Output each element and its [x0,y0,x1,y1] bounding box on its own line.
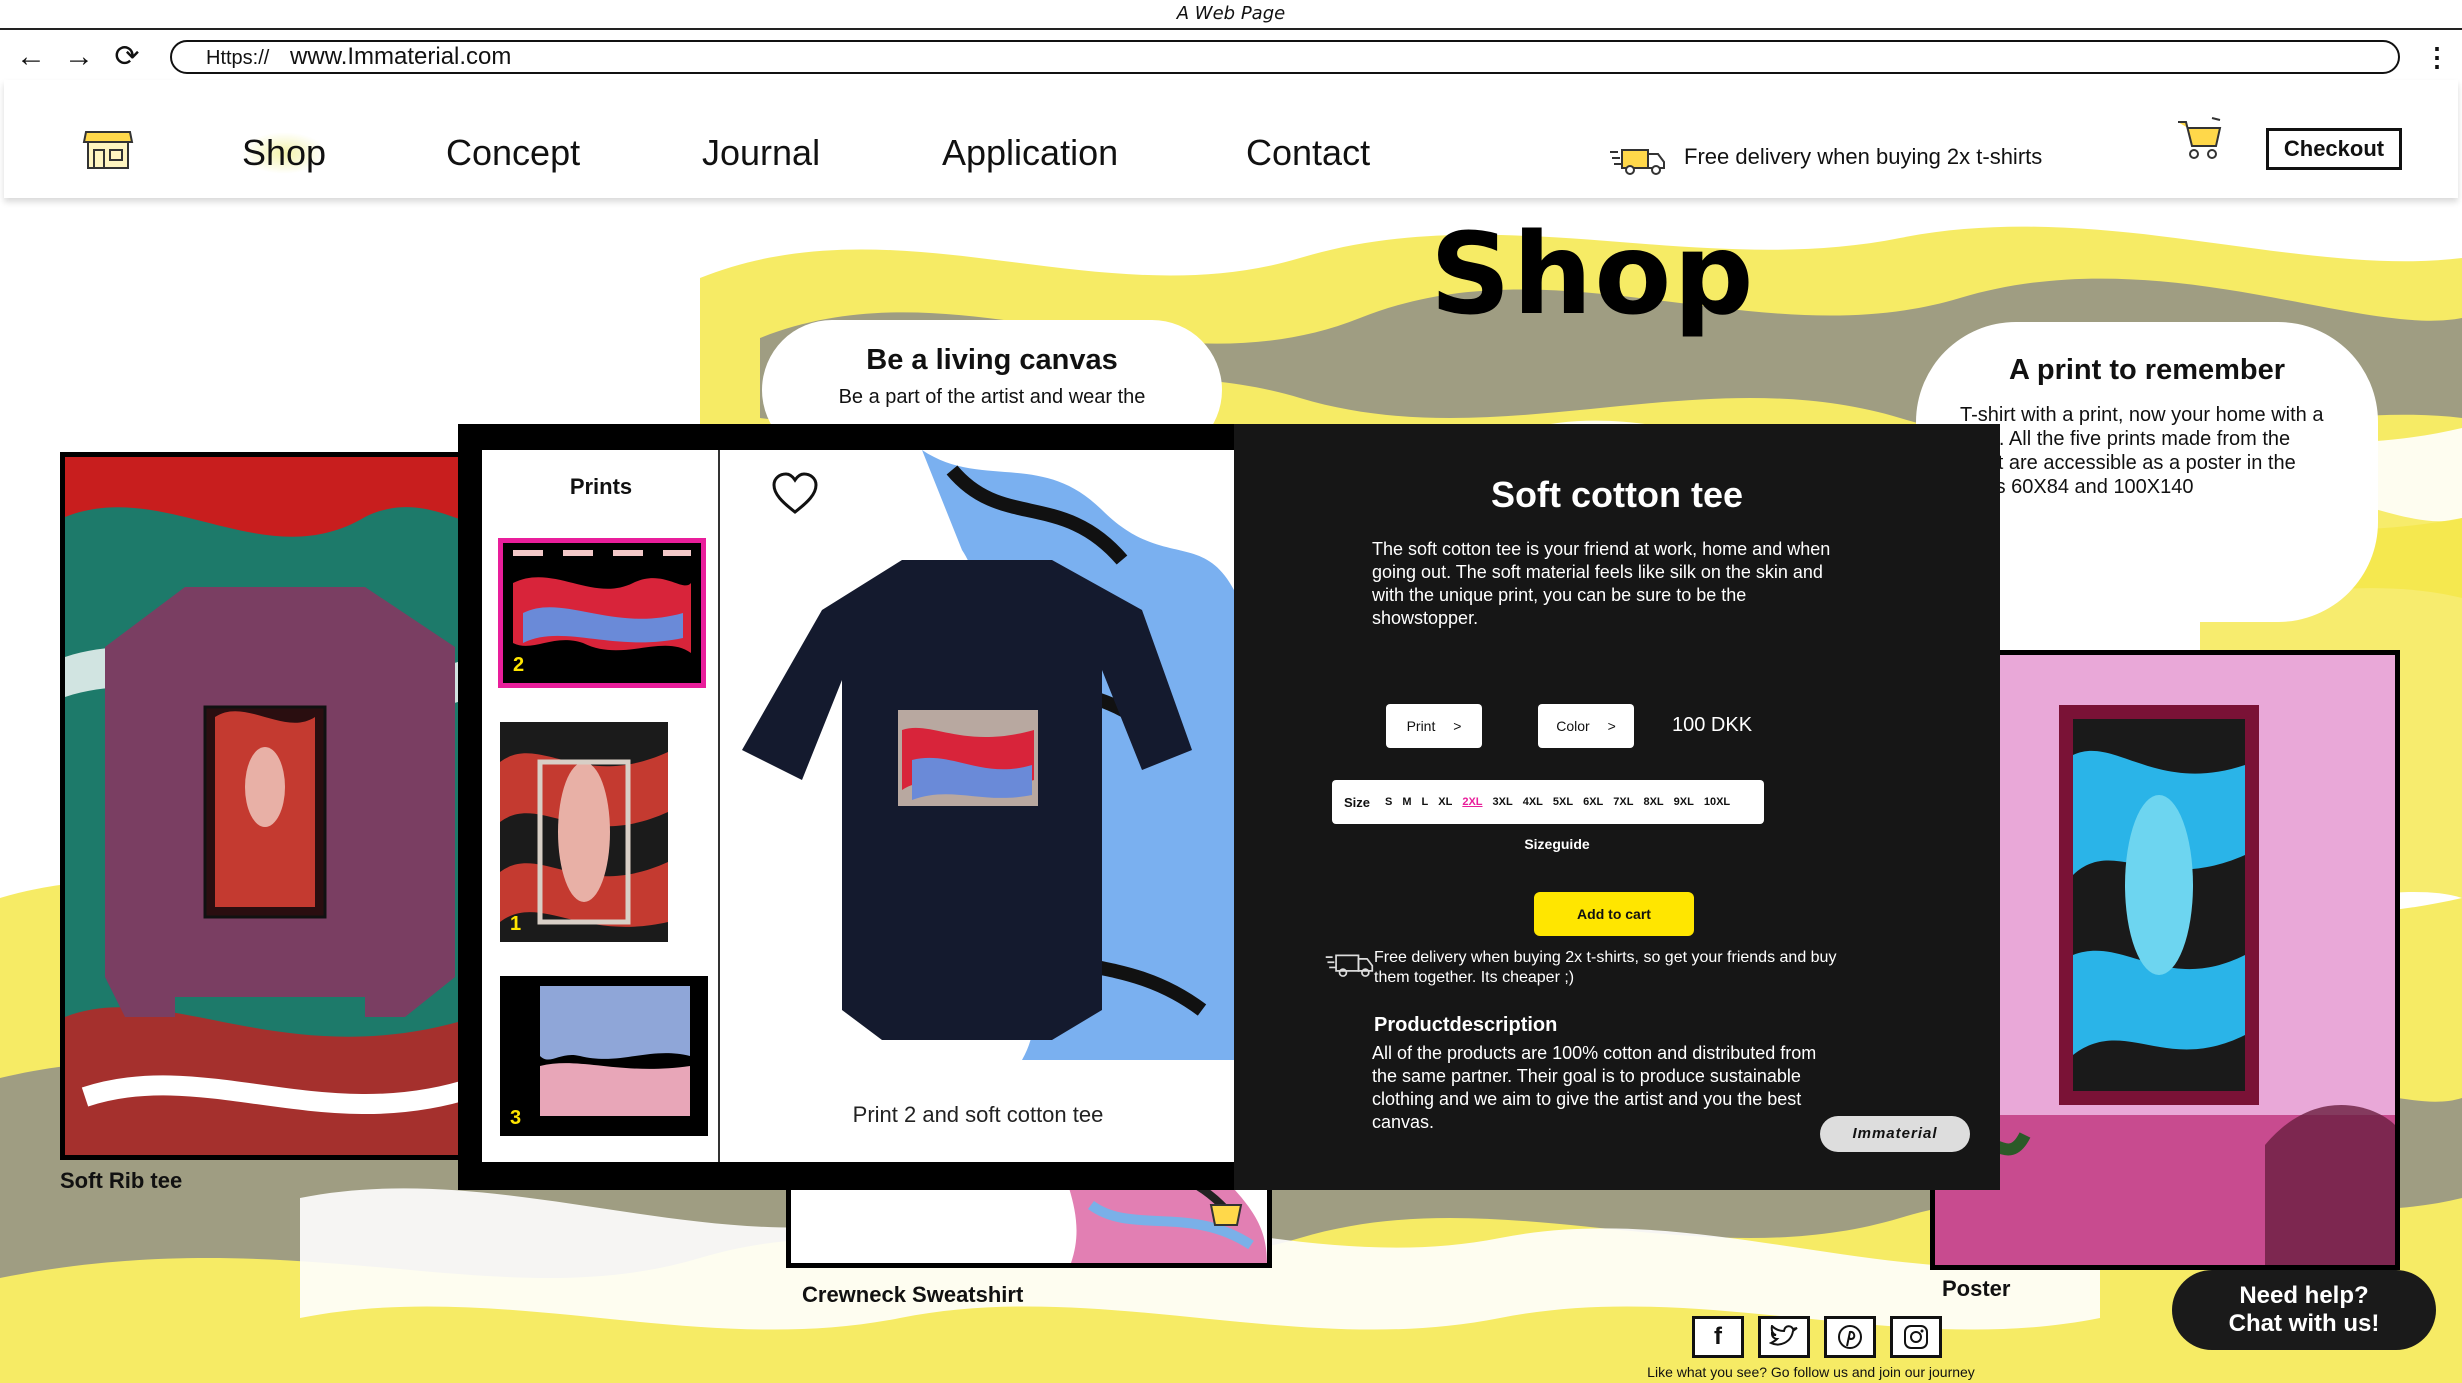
heart-icon[interactable] [772,472,818,518]
url-text: www.Immaterial.com [290,43,512,70]
chat-button-label: Need help? Chat with us! [2228,1282,2380,1337]
soft-rib-tee-label[interactable]: Soft Rib tee [60,1168,182,1194]
shipping-note: Free delivery when buying 2x t-shirts, s… [1374,949,1837,986]
add-to-cart-button[interactable]: Add to cart [1534,892,1694,936]
nav-journal[interactable]: Journal [702,132,820,174]
print-thumb-2[interactable]: 2 [498,538,706,688]
cart-icon[interactable] [2176,116,2224,162]
chevron-right-icon: > [1453,718,1462,734]
chat-button[interactable]: Need help? Chat with us! [2172,1270,2436,1350]
poster-label[interactable]: Poster [1942,1276,2010,1302]
print-remember-title: A print to remember [2008,354,2286,386]
poster-card[interactable] [1930,650,2400,1270]
size-option-6xl[interactable]: 6XL [1583,796,1603,808]
size-option-9xl[interactable]: 9XL [1674,796,1694,808]
site-nav: Shop Concept Journal Application Contact… [4,80,2458,198]
product-main-image[interactable] [722,450,1234,1060]
print-thumb-1[interactable]: 1 [500,722,668,942]
address-bar[interactable]: Https:// www.Immaterial.com [170,40,2400,74]
print-2-image [503,543,701,683]
store-icon[interactable] [82,128,134,172]
delivery-truck-icon [1610,149,1665,175]
living-canvas-text: Be a part of the artist and wear the [838,386,1146,408]
product-description-heading: Productdescription [1374,1014,1558,1036]
prints-title: Prints [569,474,633,499]
pinterest-p-icon [1838,1325,1862,1349]
print-select-label: Print [1406,718,1436,734]
facebook-icon[interactable]: f [1692,1316,1744,1358]
product-title: Soft cotton tee [1491,474,1743,515]
nav-shop[interactable]: Shop [242,132,327,174]
instagram-icon[interactable] [1890,1316,1942,1358]
size-option-3xl[interactable]: 3XL [1493,796,1513,808]
print-number-1: 1 [510,913,522,935]
size-option-2xl[interactable]: 2XL [1462,796,1482,808]
crewneck-label[interactable]: Crewneck Sweatshirt [802,1282,1023,1308]
instagram-camera-icon [1904,1325,1928,1349]
back-icon[interactable]: ← [16,40,46,76]
sizeguide-link[interactable]: Sizeguide [1234,836,2000,852]
soft-rib-tee-card[interactable] [60,452,480,1160]
pinterest-icon[interactable] [1824,1316,1876,1358]
color-select[interactable]: Color > [1538,704,1634,748]
size-option-8xl[interactable]: 8XL [1643,796,1663,808]
window-title: A Web Page [0,0,2462,30]
living-canvas-title: Be a living canvas [866,344,1118,376]
soft-rib-tee-image [65,457,479,1155]
browser-nav-buttons: ← → ⟳ [16,40,142,76]
delivery-truck-icon [1325,954,1374,977]
size-option-m[interactable]: M [1402,796,1411,808]
brand-logo: Immaterial [1820,1116,1970,1152]
size-selector: Size S M L XL 2XL 3XL 4XL 5XL 6XL 7XL 8X… [1332,780,1764,824]
browser-menu-icon[interactable]: ⋮ [2424,40,2450,74]
chevron-right-icon: > [1607,718,1616,734]
print-number-3: 3 [510,1107,522,1129]
size-option-5xl[interactable]: 5XL [1553,796,1573,808]
nav-contact[interactable]: Contact [1246,132,1370,174]
print-select[interactable]: Print > [1386,704,1482,748]
product-details: Soft cotton tee The soft cotton tee is y… [1234,424,2000,1190]
size-label: Size [1344,794,1371,810]
size-option-l[interactable]: L [1422,796,1429,808]
size-option-s[interactable]: S [1385,796,1392,808]
nav-concept[interactable]: Concept [446,132,580,174]
page-title: Shop [1430,210,1756,340]
product-description: The soft cotton tee is your friend at wo… [1372,539,1831,628]
color-select-label: Color [1556,718,1590,734]
twitter-bird-icon [1769,1325,1798,1346]
follow-us-text: Like what you see? Go follow us and join… [1647,1364,1975,1380]
twitter-icon[interactable] [1758,1316,1810,1358]
size-option-xl[interactable]: XL [1438,796,1452,808]
reload-icon[interactable]: ⟳ [112,40,142,76]
soft-cotton-tee-photo [722,450,1234,1060]
print-3-image [500,976,708,1136]
print-number-2: 2 [513,654,525,676]
product-description-text: All of the products are 100% cotton and … [1372,1043,1817,1132]
size-option-7xl[interactable]: 7XL [1613,796,1633,808]
price: 100 DKK [1672,714,1753,736]
poster-image [1935,655,2395,1265]
url-protocol: Https:// [206,47,270,69]
social-links: f [1692,1316,1942,1358]
product-modal: Prints 2 1 3 Print 2 and soft cotton tee… [458,424,2000,1190]
print-1-image [500,722,668,942]
size-option-4xl[interactable]: 4XL [1523,796,1543,808]
main-image-caption: Print 2 and soft cotton tee [852,1102,1104,1127]
prints-column: Prints 2 1 3 [482,450,720,1162]
nav-application[interactable]: Application [942,132,1118,174]
print-thumb-3[interactable]: 3 [500,976,708,1136]
forward-icon[interactable]: → [64,40,94,76]
size-option-10xl[interactable]: 10XL [1704,796,1730,808]
checkout-button[interactable]: Checkout [2266,128,2402,170]
modal-gallery: Prints 2 1 3 Print 2 and soft cotton tee [482,450,1234,1162]
free-delivery-text: Free delivery when buying 2x t-shirts [1684,144,2043,169]
